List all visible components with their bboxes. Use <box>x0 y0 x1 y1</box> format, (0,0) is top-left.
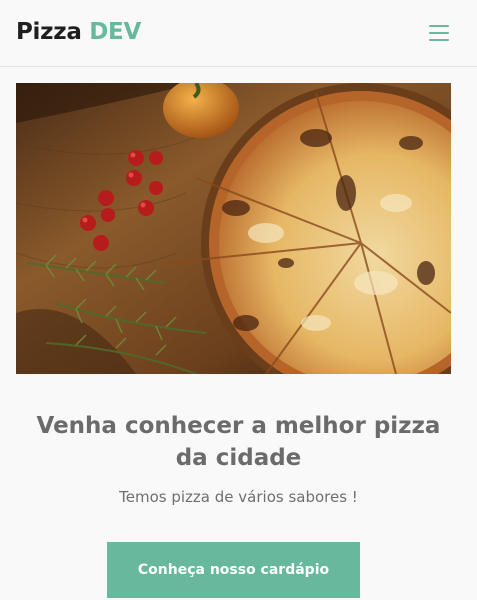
pizza-photo <box>16 83 451 374</box>
hero-image <box>16 83 451 374</box>
hero-subtitle: Temos pizza de vários sabores ! <box>119 488 358 506</box>
view-menu-button[interactable]: Conheça nosso cardápio <box>107 542 360 598</box>
logo[interactable]: Pizza DEV <box>16 17 141 47</box>
hamburger-menu-icon[interactable] <box>423 20 455 46</box>
logo-text-pizza: Pizza <box>16 19 82 45</box>
logo-text-dev: DEV <box>89 19 141 45</box>
site-header: Pizza DEV <box>0 0 477 67</box>
hero-headline: Venha conhecer a melhor pizza da cidade <box>36 413 441 471</box>
